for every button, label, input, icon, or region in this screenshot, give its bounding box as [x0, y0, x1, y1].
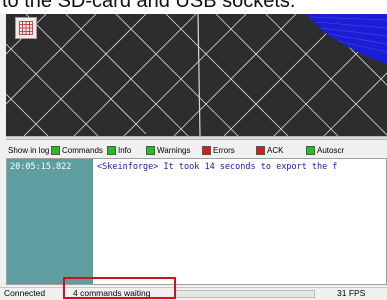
timestamp-column: 20:05:15.822	[7, 159, 93, 284]
filter-errors[interactable]: Errors	[202, 146, 235, 155]
checkbox-autoscroll[interactable]	[306, 146, 315, 155]
grid-icon	[19, 21, 33, 35]
checkbox-ack[interactable]	[256, 146, 265, 155]
grid-view-button[interactable]	[15, 17, 37, 39]
checkbox-commands[interactable]	[51, 146, 60, 155]
3d-viewport[interactable]	[6, 14, 387, 136]
log-filter-bar: Show in log Commands Info Warnings Error…	[6, 144, 387, 158]
connection-status: Connected	[4, 288, 46, 298]
filter-info[interactable]: Info	[107, 146, 131, 155]
highlight-box	[63, 277, 176, 299]
log-timestamp: 20:05:15.822	[10, 162, 72, 172]
log-panel: Show in log Commands Info Warnings Error…	[6, 140, 387, 287]
status-bar: Connected 4 commands waiting 31 FPS	[0, 287, 387, 300]
print-bed-grid	[6, 14, 387, 136]
log-list[interactable]: 20:05:15.822 <Skeinforge> It took 14 sec…	[6, 158, 387, 285]
filter-commands[interactable]: Commands	[51, 146, 103, 155]
log-message: <Skeinforge> It took 14 seconds to expor…	[97, 162, 338, 172]
progress-bar	[175, 290, 315, 298]
filter-ack[interactable]: ACK	[256, 146, 283, 155]
fps-counter: 31 FPS	[337, 288, 366, 298]
checkbox-info[interactable]	[107, 146, 116, 155]
checkbox-warnings[interactable]	[146, 146, 155, 155]
caption-text: to the SD-card and USB sockets.	[2, 0, 296, 12]
filter-autoscroll[interactable]: Autoscr	[306, 146, 344, 155]
show-in-log-label: Show in log	[8, 146, 50, 155]
model-mesh	[306, 14, 387, 64]
caption-text-strip: to the SD-card and USB sockets.	[0, 0, 387, 14]
checkbox-errors[interactable]	[202, 146, 211, 155]
filter-warnings[interactable]: Warnings	[146, 146, 191, 155]
